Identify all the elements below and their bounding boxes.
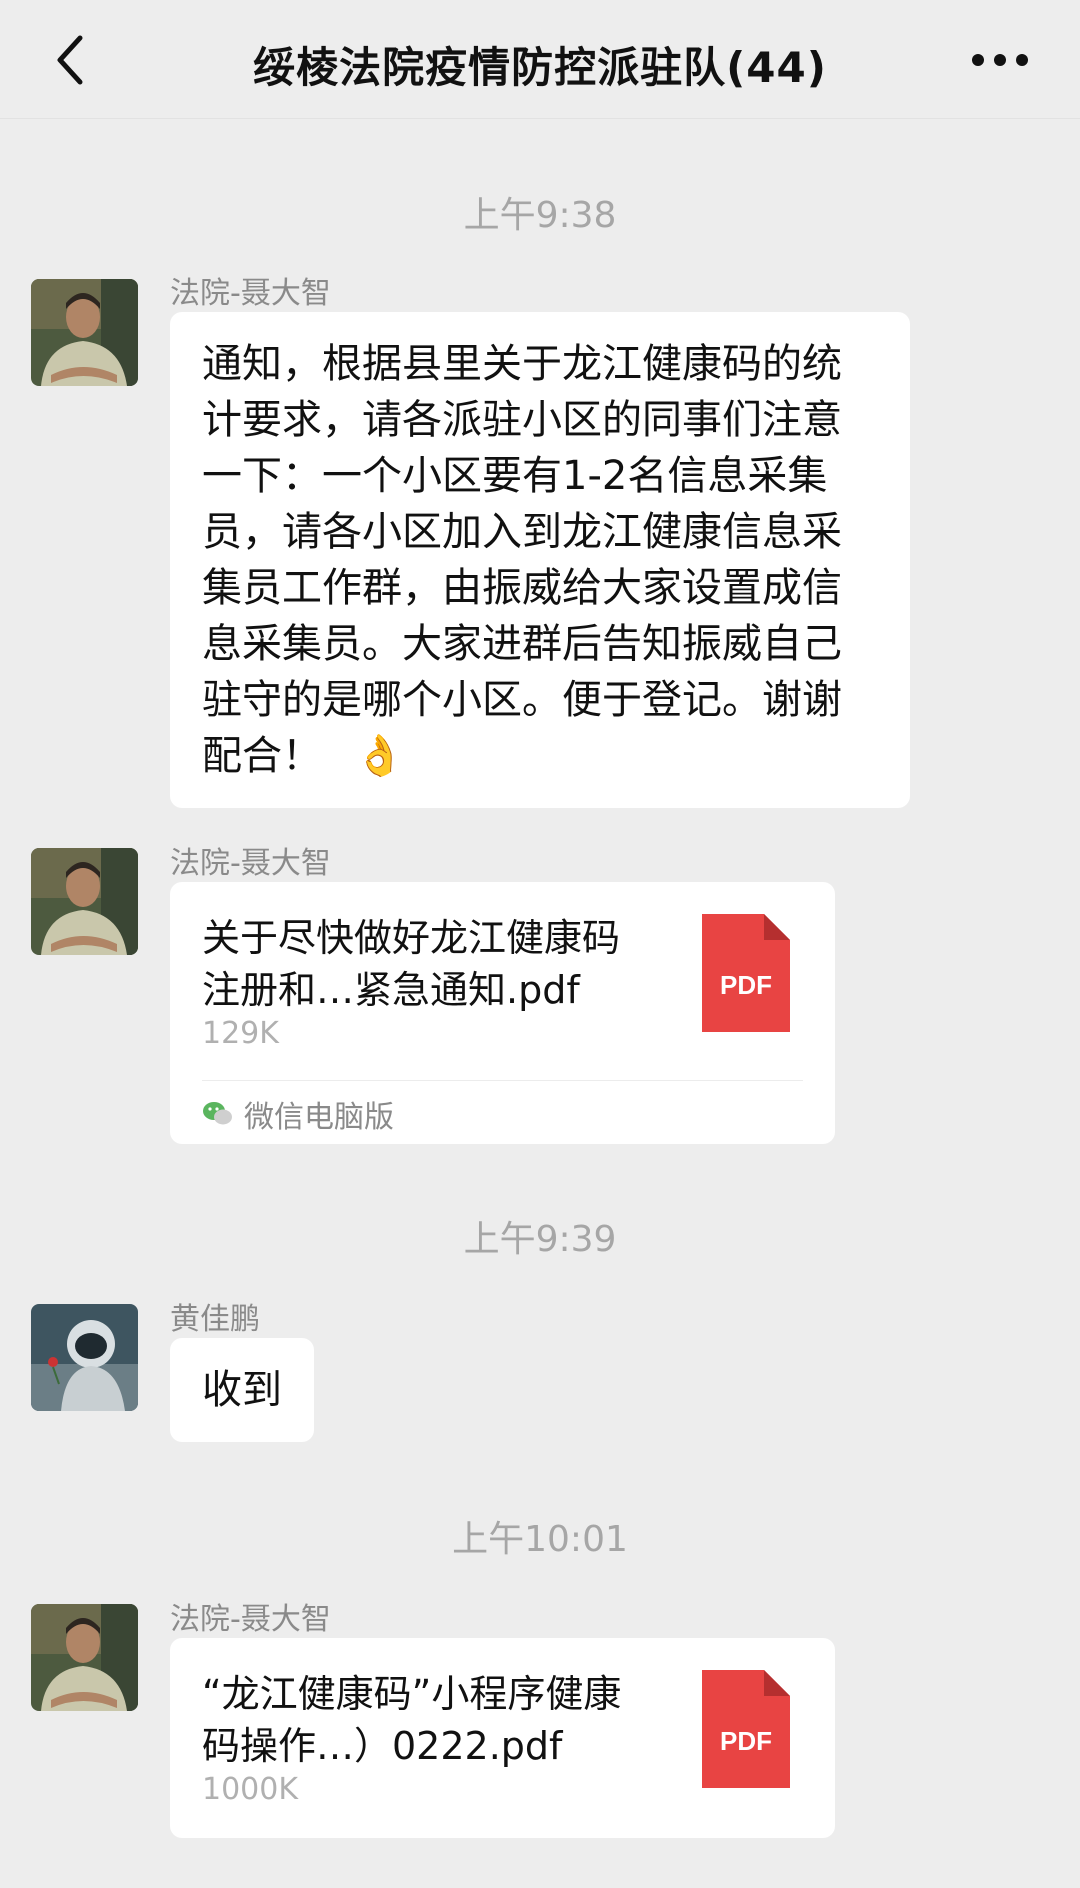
message-bubble[interactable]: 收到: [170, 1338, 314, 1442]
file-name: “龙江健康码”小程序健康码操作…）0222.pdf: [202, 1672, 622, 1768]
file-message-card[interactable]: 关于尽快做好龙江健康码注册和…紧急通知.pdf 129K PDF 微信电脑版: [170, 882, 835, 1144]
back-button[interactable]: [40, 30, 100, 90]
timestamp: 上午10:01: [452, 1519, 628, 1560]
message-text: 收到: [202, 1367, 282, 1413]
divider: [202, 1080, 803, 1081]
avatar-photo-icon: [31, 848, 138, 955]
avatar-astronaut-icon: [31, 1304, 138, 1411]
pdf-label: PDF: [720, 1726, 772, 1756]
file-size: 129K: [202, 1016, 279, 1051]
pdf-file-icon: PDF: [702, 914, 790, 1032]
file-size: 1000K: [202, 1772, 299, 1807]
more-dots-icon: [972, 54, 1028, 66]
pdf-label: PDF: [720, 970, 772, 1000]
sender-name: 法院-聂大智: [170, 1602, 331, 1637]
avatar-photo-icon: [31, 279, 138, 386]
file-message-card[interactable]: “龙江健康码”小程序健康码操作…）0222.pdf 1000K PDF: [170, 1638, 835, 1838]
sender-name: 法院-聂大智: [170, 846, 331, 881]
timestamp: 上午9:38: [463, 195, 617, 236]
source-label: 微信电脑版: [244, 1100, 394, 1135]
pdf-file-icon: PDF: [702, 1670, 790, 1788]
chevron-left-icon: [57, 35, 83, 85]
wechat-icon: [203, 1102, 232, 1125]
avatar[interactable]: [31, 1304, 138, 1411]
timestamp: 上午9:39: [463, 1219, 617, 1260]
avatar[interactable]: [31, 1604, 138, 1711]
top-bar: 绥棱法院疫情防控派驻队(44): [0, 0, 1080, 119]
avatar[interactable]: [31, 279, 138, 386]
avatar-photo-icon: [31, 1604, 138, 1711]
sender-name: 法院-聂大智: [170, 276, 331, 311]
message-text: 通知，根据县里关于龙江健康码的统计要求，请各派驻小区的同事们注意一下：一个小区要…: [202, 341, 842, 779]
file-name: 关于尽快做好龙江健康码注册和…紧急通知.pdf: [202, 916, 621, 1012]
more-button[interactable]: [960, 30, 1040, 90]
chat-title: 绥棱法院疫情防控派驻队(44): [253, 43, 827, 92]
sender-name: 黄佳鹏: [170, 1302, 260, 1337]
avatar[interactable]: [31, 848, 138, 955]
ok-hand-emoji: 👌: [354, 733, 405, 779]
file-source: 微信电脑版: [202, 1092, 394, 1136]
message-bubble[interactable]: 通知，根据县里关于龙江健康码的统计要求，请各派驻小区的同事们注意一下：一个小区要…: [170, 312, 910, 808]
